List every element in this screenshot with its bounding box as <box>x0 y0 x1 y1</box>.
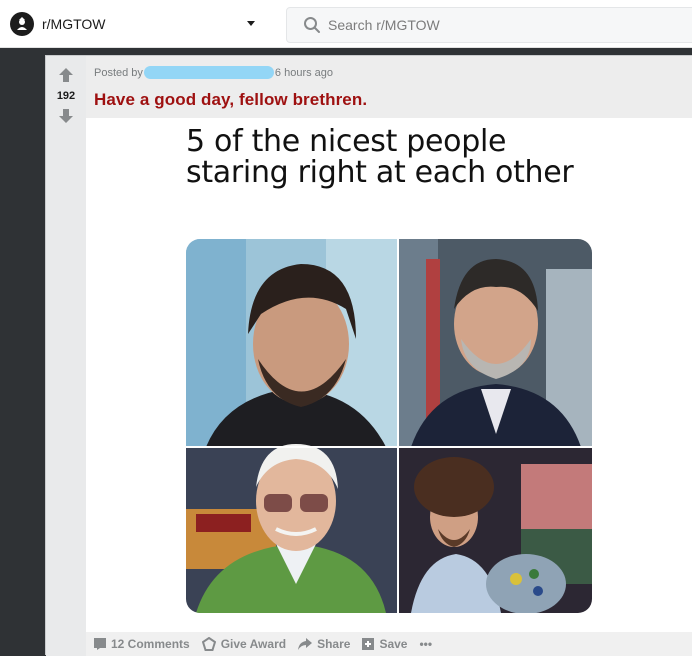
post-time[interactable]: 6 hours ago <box>275 67 333 79</box>
upvote-icon[interactable] <box>57 66 75 84</box>
award-icon <box>201 637 216 651</box>
post-meta: Posted by 6 hours ago <box>94 66 333 79</box>
posted-by-label: Posted by <box>94 66 143 79</box>
downvote-icon[interactable] <box>57 107 75 125</box>
meme-caption-line-2: staring right at each other <box>186 155 574 190</box>
save-label: Save <box>379 637 408 651</box>
subreddit-switcher[interactable]: r/MGTOW <box>8 8 264 40</box>
comments-button[interactable]: 12 Comments <box>94 637 190 651</box>
top-bar: r/MGTOW <box>0 0 692 48</box>
collage-photo-4 <box>398 447 592 613</box>
caret-down-icon <box>247 21 255 26</box>
give-award-button[interactable]: Give Award <box>201 637 287 651</box>
share-button[interactable]: Share <box>298 637 350 651</box>
share-icon <box>298 638 313 650</box>
post-card[interactable]: 192 Posted by 6 hours ago Have a good da… <box>45 55 692 656</box>
left-sidebar-strip <box>0 49 45 650</box>
collage-photo-1 <box>186 239 398 447</box>
more-options-button[interactable]: ••• <box>419 637 432 651</box>
redacted-username <box>143 66 274 79</box>
comments-label: 12 Comments <box>111 637 190 651</box>
post-actions: 12 Comments Give Award Share Save ••• <box>86 632 692 656</box>
search-icon <box>304 17 320 33</box>
subreddit-name: r/MGTOW <box>42 16 106 32</box>
give-award-label: Give Award <box>220 637 287 651</box>
save-button[interactable]: Save <box>362 637 407 651</box>
share-label: Share <box>317 637 351 651</box>
post-media[interactable]: 5 of the nicest people staring right at … <box>86 118 692 632</box>
photo-collage <box>186 239 592 613</box>
collage-photo-3 <box>186 444 398 613</box>
vote-column: 192 <box>46 56 86 656</box>
meme-caption: 5 of the nicest people staring right at … <box>186 126 626 188</box>
comment-icon <box>94 638 106 650</box>
collage-photo-2 <box>398 239 592 447</box>
subreddit-icon <box>10 12 34 36</box>
post-title[interactable]: Have a good day, fellow brethren. <box>94 90 367 110</box>
more-options-icon: ••• <box>419 637 433 651</box>
save-icon <box>362 638 375 650</box>
meme-caption-line-1: 5 of the nicest people <box>186 124 507 159</box>
search-box[interactable] <box>286 7 692 43</box>
search-input[interactable] <box>328 17 628 33</box>
vote-score: 192 <box>56 90 76 102</box>
